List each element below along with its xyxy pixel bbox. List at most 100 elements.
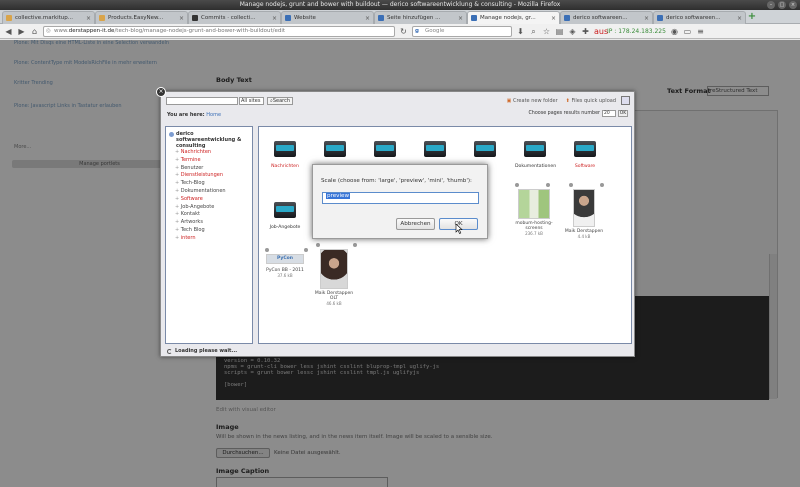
search-input[interactable]: g Google [412, 25, 512, 37]
breadcrumb-home-link[interactable]: Home [206, 112, 221, 118]
extension-icon[interactable]: ◉ [670, 27, 679, 36]
tab-label: Products.EasyNew... [108, 15, 164, 21]
tree-root[interactable]: derico softwareentwicklung & consulting [169, 131, 249, 149]
folder-item[interactable]: Dokumentationen [515, 141, 556, 169]
create-folder-link[interactable]: ▣ Create new folder [507, 98, 558, 104]
folder-tree: derico softwareentwicklung & consulting … [165, 126, 253, 344]
pager-ok-button[interactable]: OK [618, 110, 628, 117]
tab[interactable]: Website × [281, 11, 374, 24]
results-pager: Choose pages results number 20 OK [528, 110, 628, 117]
thumbnail-delete-icon[interactable] [353, 243, 357, 247]
thumbnail-select-icon[interactable] [265, 248, 269, 252]
thumbnail-select-icon[interactable] [316, 243, 320, 247]
thumbnail-delete-icon[interactable] [546, 183, 550, 187]
window-controls: – □ × [767, 1, 797, 9]
pocket-icon[interactable]: ◈ [568, 27, 577, 36]
maximize-button[interactable]: □ [778, 1, 786, 9]
thumbnail-select-icon[interactable] [515, 183, 519, 187]
folder-icon [474, 141, 496, 157]
tree-item[interactable]: Tech Blog [175, 227, 249, 235]
folder-item[interactable]: Nachrichten [265, 141, 305, 169]
folder-item[interactable]: Software [565, 141, 605, 169]
tree-item[interactable]: Software [175, 196, 249, 204]
tab-close-icon[interactable]: × [272, 15, 277, 22]
new-tab-icon[interactable]: + [746, 10, 758, 23]
download-icon[interactable]: ⬇ [516, 27, 525, 36]
folder-icon [324, 141, 346, 157]
folder-item[interactable] [415, 141, 455, 164]
lock-icon[interactable]: ⌕ [529, 27, 538, 36]
pager-count-input[interactable]: 20 [602, 110, 616, 117]
tab-close-icon[interactable]: × [644, 15, 649, 22]
tab[interactable]: Seite hinzufügen ... × [374, 11, 467, 24]
prompt-message: Scale (choose from: 'large', 'preview', … [321, 178, 472, 184]
tree-item[interactable]: Dienstleistungen [175, 172, 249, 180]
tree-item[interactable]: intern [175, 235, 249, 243]
tab-close-icon[interactable]: × [86, 15, 91, 22]
folder-item[interactable] [465, 141, 505, 164]
close-icon[interactable]: × [156, 87, 166, 97]
menu-icon[interactable]: ≡ [696, 27, 705, 36]
tab[interactable]: derico softwareen... × [653, 11, 746, 24]
globe-icon: ◎ [46, 27, 51, 34]
image-preview [320, 249, 348, 289]
favicon-icon [192, 15, 198, 21]
browser-search-input[interactable] [166, 97, 238, 105]
tab[interactable]: Commits · collecti... × [188, 11, 281, 24]
tree-item[interactable]: Dokumentationen [175, 188, 249, 196]
tree-item[interactable]: Artworks [175, 219, 249, 227]
minimize-button[interactable]: – [767, 1, 775, 9]
back-icon[interactable]: ◀ [4, 27, 13, 36]
tab-close-icon[interactable]: × [737, 15, 742, 22]
url-bar[interactable]: ◎ www.derstappen-it.de/tech-blog/manage-… [43, 25, 395, 37]
tab[interactable]: collective.markitup... × [2, 11, 95, 24]
thumbnail-size: 46.6 kB [326, 301, 342, 306]
scale-input[interactable]: preview [322, 192, 479, 204]
view-toggle-icon[interactable] [621, 96, 630, 105]
tree-item[interactable]: Nachrichten [175, 149, 249, 157]
thumbnail-delete-icon[interactable] [304, 248, 308, 252]
thumbnail-delete-icon[interactable] [600, 183, 604, 187]
tab-close-icon[interactable]: × [551, 15, 556, 22]
tab-close-icon[interactable]: × [458, 15, 463, 22]
folder-item[interactable] [365, 141, 405, 164]
thumbnail-select-icon[interactable] [569, 183, 573, 187]
close-window-button[interactable]: × [789, 1, 797, 9]
image-thumbnail[interactable]: PyCon PyCon BB - 2011 37.6 kB [262, 254, 308, 278]
aus-icon[interactable]: aus [594, 27, 608, 36]
screen-icon[interactable]: ▭ [683, 27, 692, 36]
reload-icon[interactable]: ↻ [399, 27, 408, 36]
forward-icon[interactable]: ▶ [17, 27, 26, 36]
search-scope-select[interactable]: All sites [239, 97, 264, 105]
bookmark-star-icon[interactable]: ☆ [542, 27, 551, 36]
image-thumbnail[interactable]: mobum-hosting-screens 236.7 kB [511, 189, 557, 236]
tab[interactable]: derico softwareen... × [560, 11, 653, 24]
tab[interactable]: Manage nodejs, gr... × [467, 11, 560, 24]
bookmarks-icon[interactable]: ▤ [555, 27, 564, 36]
cancel-button[interactable]: Abbrechen [396, 218, 435, 230]
quick-upload-link[interactable]: ⬆ Files quick upload [566, 98, 616, 104]
tab[interactable]: Products.EasyNew... × [95, 11, 188, 24]
folder-icon [524, 141, 546, 157]
tree-item[interactable]: Benutzer [175, 165, 249, 173]
folder-icon [274, 141, 296, 157]
image-thumbnail[interactable]: Maik Derstappen 4.4 kB [561, 189, 607, 239]
thumbnail-size: 236.7 kB [525, 231, 543, 236]
image-thumbnail[interactable]: Maik Derstappen OLT 46.6 kB [311, 249, 357, 306]
addon-icon[interactable]: ✚ [581, 27, 590, 36]
tree-item[interactable]: Kontakt [175, 211, 249, 219]
quick-upload-label: Files quick upload [571, 98, 616, 104]
thumbnail-size: 4.4 kB [577, 234, 591, 239]
favicon-icon [378, 15, 384, 21]
tree-item[interactable]: Termine [175, 157, 249, 165]
tab-label: derico softwareen... [666, 15, 721, 21]
tab-close-icon[interactable]: × [179, 15, 184, 22]
tab-close-icon[interactable]: × [365, 15, 370, 22]
tab-label: derico softwareen... [573, 15, 628, 21]
home-icon[interactable]: ⌂ [30, 27, 39, 36]
folder-item[interactable]: Job-Angebote [265, 202, 305, 230]
folder-item[interactable] [315, 141, 355, 164]
browser-search-button[interactable]: ⌕Search [267, 97, 293, 105]
tree-item[interactable]: Job-Angebote [175, 204, 249, 212]
tree-item[interactable]: Tech-Blog [175, 180, 249, 188]
